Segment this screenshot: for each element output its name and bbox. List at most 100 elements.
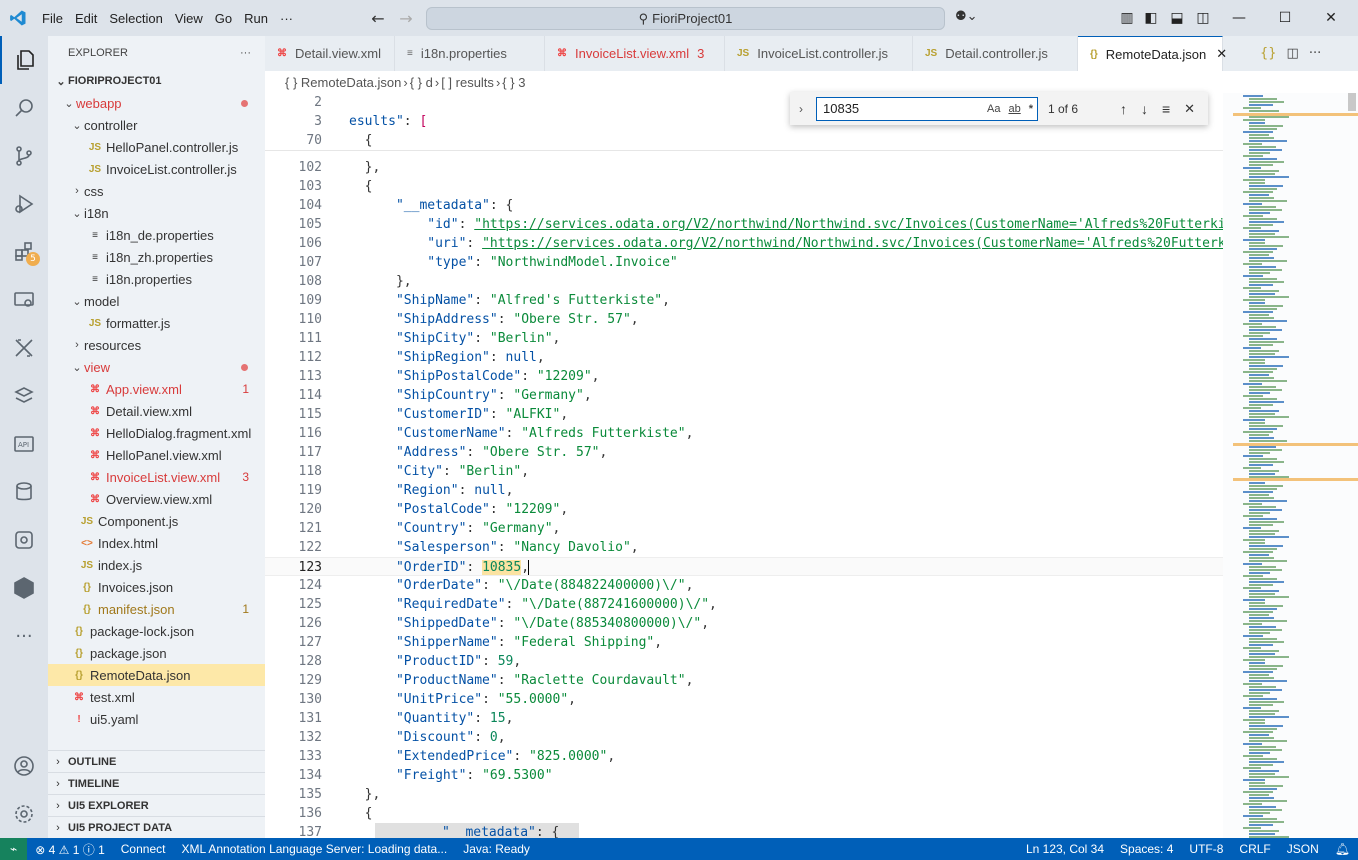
code-line[interactable]: 117 "Address": "Obere Str. 57", bbox=[265, 443, 1223, 462]
scrollbar-thumb[interactable] bbox=[1348, 93, 1356, 111]
ui5-icon[interactable] bbox=[0, 564, 48, 612]
connect-button[interactable]: Connect bbox=[113, 842, 174, 856]
code-line[interactable]: 102 }, bbox=[265, 158, 1223, 177]
tree-item[interactable]: ⌘ Overview.view.xml bbox=[48, 488, 265, 510]
indentation-status[interactable]: Spaces: 4 bbox=[1112, 842, 1181, 856]
minimize-button[interactable]: — bbox=[1216, 10, 1262, 26]
code-line[interactable]: 107 "type": "NorthwindModel.Invoice" bbox=[265, 253, 1223, 272]
sidebar-section[interactable]: › TIMELINE bbox=[48, 772, 265, 794]
tree-item[interactable]: ⌄ webapp bbox=[48, 92, 265, 114]
minimap[interactable] bbox=[1223, 93, 1358, 838]
encoding-status[interactable]: UTF-8 bbox=[1181, 842, 1231, 856]
next-match-icon[interactable]: ↓ bbox=[1141, 101, 1148, 117]
run-debug-icon[interactable] bbox=[0, 180, 48, 228]
code-line[interactable]: 115 "CustomerID": "ALFKI", bbox=[265, 405, 1223, 424]
command-center-search[interactable]: ⚲ FioriProject01 bbox=[426, 7, 945, 30]
code-line[interactable]: 110 "ShipAddress": "Obere Str. 57", bbox=[265, 310, 1223, 329]
forward-arrow-icon[interactable]: → bbox=[394, 9, 418, 28]
editor-tab[interactable]: ≡ i18n.properties bbox=[395, 36, 545, 71]
split-editor-icon[interactable]: ◫ bbox=[1287, 46, 1299, 61]
eol-status[interactable]: CRLF bbox=[1231, 842, 1278, 856]
tree-item[interactable]: ⌄ view bbox=[48, 356, 265, 378]
code-line[interactable]: 105 "id": "https://services.odata.org/V2… bbox=[265, 215, 1223, 234]
code-line[interactable]: 106 "uri": "https://services.odata.org/V… bbox=[265, 234, 1223, 253]
service-center-icon[interactable] bbox=[0, 516, 48, 564]
deploy-icon[interactable] bbox=[0, 372, 48, 420]
tree-item[interactable]: ! ui5.yaml bbox=[48, 708, 265, 730]
sidebar-section[interactable]: › UI5 EXPLORER bbox=[48, 794, 265, 816]
code-line[interactable]: 123 "OrderID": 10835, bbox=[265, 557, 1223, 576]
tree-item[interactable]: {} package-lock.json bbox=[48, 620, 265, 642]
tree-item[interactable]: JS HelloPanel.controller.js bbox=[48, 136, 265, 158]
explorer-icon[interactable] bbox=[0, 36, 48, 84]
sidebar-section[interactable]: › UI5 PROJECT DATA bbox=[48, 816, 265, 838]
menu-item[interactable]: File bbox=[36, 11, 69, 26]
code-line[interactable]: 113 "ShipPostalCode": "12209", bbox=[265, 367, 1223, 386]
code-line[interactable]: 124 "OrderDate": "\/Date(884822400000)\/… bbox=[265, 576, 1223, 595]
code-line[interactable]: 130 "UnitPrice": "55.0000", bbox=[265, 690, 1223, 709]
previous-match-icon[interactable]: ↑ bbox=[1120, 101, 1127, 117]
code-editor[interactable]: 2 3 esults": [70 {102 }, 103 {104 "__metada… bbox=[265, 93, 1223, 838]
search-icon[interactable] bbox=[0, 84, 48, 132]
tree-item[interactable]: ≡ i18n_zh.properties bbox=[48, 246, 265, 268]
more-views-icon[interactable]: ··· bbox=[0, 612, 48, 660]
code-line[interactable]: 118 "City": "Berlin", bbox=[265, 462, 1223, 481]
menu-item[interactable]: Go bbox=[209, 11, 238, 26]
menu-item[interactable]: Selection bbox=[103, 11, 168, 26]
code-line[interactable]: 125 "RequiredDate": "\/Date(887241600000… bbox=[265, 595, 1223, 614]
tree-item[interactable]: ⌘ HelloDialog.fragment.xml bbox=[48, 422, 265, 444]
back-arrow-icon[interactable]: ← bbox=[366, 9, 390, 28]
menu-item[interactable]: View bbox=[169, 11, 209, 26]
close-find-icon[interactable]: ✕ bbox=[1184, 101, 1195, 117]
tree-item[interactable]: {} package.json bbox=[48, 642, 265, 664]
remote-indicator[interactable]: ⌁ bbox=[0, 838, 28, 860]
notifications-bell-icon[interactable]: 🔔︎ bbox=[1327, 842, 1358, 856]
editor-tab[interactable]: JS InvoiceList.controller.js bbox=[725, 36, 913, 71]
extensions-icon[interactable]: 5 bbox=[0, 228, 48, 276]
code-line[interactable]: 133 "ExtendedPrice": "825.0000", bbox=[265, 747, 1223, 766]
match-case-toggle[interactable]: Aa bbox=[987, 103, 1000, 115]
tree-item[interactable]: JS formatter.js bbox=[48, 312, 265, 334]
code-line[interactable]: 137 "__metadata": { bbox=[265, 823, 1223, 838]
tree-item[interactable]: ⌘ Detail.view.xml bbox=[48, 400, 265, 422]
whole-word-toggle[interactable]: ab bbox=[1008, 103, 1020, 115]
tab-overflow-icon[interactable]: {} bbox=[1260, 46, 1277, 61]
code-line[interactable]: 103 { bbox=[265, 177, 1223, 196]
tree-item[interactable]: › resources bbox=[48, 334, 265, 356]
breadcrumb-item[interactable]: { } RemoteData.json bbox=[285, 75, 401, 90]
code-line[interactable]: 127 "ShipperName": "Federal Shipping", bbox=[265, 633, 1223, 652]
toggle-replace-icon[interactable]: › bbox=[790, 102, 812, 116]
java-status[interactable]: Java: Ready bbox=[455, 842, 538, 856]
code-line[interactable]: 136 { bbox=[265, 804, 1223, 823]
api-icon[interactable]: API bbox=[0, 420, 48, 468]
code-line[interactable]: 135 }, bbox=[265, 785, 1223, 804]
code-line[interactable]: 112 "ShipRegion": null, bbox=[265, 348, 1223, 367]
code-line[interactable]: 126 "ShippedDate": "\/Date(885340800000)… bbox=[265, 614, 1223, 633]
code-line[interactable]: 122 "Salesperson": "Nancy Davolio", bbox=[265, 538, 1223, 557]
tree-item[interactable]: JS InvoiceList.controller.js bbox=[48, 158, 265, 180]
tree-item[interactable]: ⌄ i18n bbox=[48, 202, 265, 224]
xml-server-status[interactable]: XML Annotation Language Server: Loading … bbox=[173, 842, 455, 856]
settings-gear-icon[interactable] bbox=[0, 790, 48, 838]
menu-item[interactable]: ··· bbox=[274, 11, 299, 26]
regex-toggle[interactable]: * bbox=[1029, 103, 1033, 115]
toggle-panel-icon[interactable]: ⬓ bbox=[1164, 10, 1190, 26]
problems-indicator[interactable]: ⊗ 4 ⚠ 1 ⓘ 1 bbox=[27, 841, 113, 858]
cursor-position[interactable]: Ln 123, Col 34 bbox=[1018, 842, 1112, 856]
toggle-secondary-sidebar-icon[interactable]: ◫ bbox=[1190, 10, 1216, 26]
tree-item[interactable]: {} Invoices.json bbox=[48, 576, 265, 598]
toggle-sidebar-icon[interactable]: ◧ bbox=[1138, 10, 1164, 26]
find-in-selection-icon[interactable]: ≡ bbox=[1162, 101, 1170, 117]
tree-item[interactable]: ≡ i18n.properties bbox=[48, 268, 265, 290]
account-icon[interactable] bbox=[0, 742, 48, 790]
tree-item[interactable]: ⌄ controller bbox=[48, 114, 265, 136]
sap-tools-icon[interactable] bbox=[0, 324, 48, 372]
breadcrumb-item[interactable]: { } d bbox=[410, 75, 433, 90]
code-line[interactable]: 128 "ProductID": 59, bbox=[265, 652, 1223, 671]
tree-item[interactable]: ⌘ test.xml bbox=[48, 686, 265, 708]
code-line[interactable]: 109 "ShipName": "Alfred's Futterkiste", bbox=[265, 291, 1223, 310]
remote-explorer-icon[interactable] bbox=[0, 276, 48, 324]
tree-item[interactable]: ≡ i18n_de.properties bbox=[48, 224, 265, 246]
source-control-icon[interactable] bbox=[0, 132, 48, 180]
menu-item[interactable]: Edit bbox=[69, 11, 103, 26]
